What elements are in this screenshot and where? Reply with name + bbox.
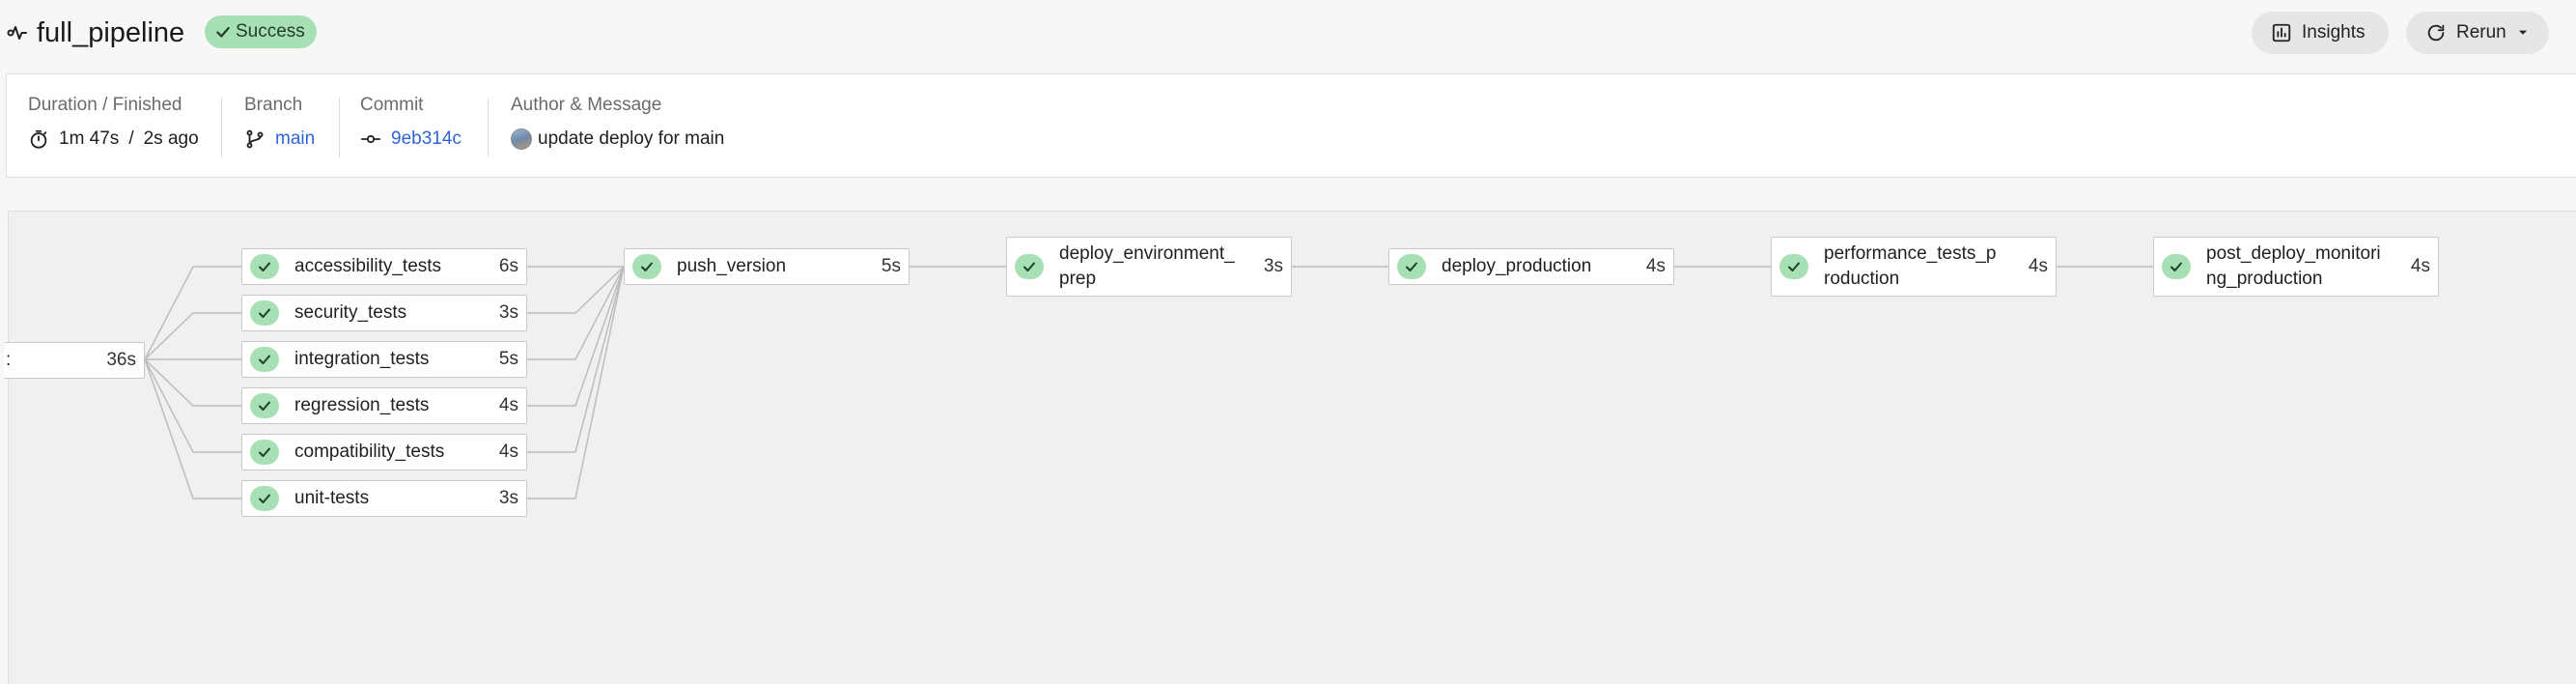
stage-duration: 5s: [881, 256, 901, 276]
stage-node[interactable]: performance_tests_p roduction 4s: [1771, 237, 2057, 297]
stage-duration: 4s: [2410, 256, 2430, 276]
git-commit-icon: [360, 134, 381, 144]
author-section: Author & Message update deploy for main: [511, 94, 724, 152]
stage-name: post_deploy_monitori ng_production: [2206, 243, 2381, 289]
author-value: update deploy for main: [511, 127, 724, 152]
stage-name: integration_tests: [294, 349, 430, 369]
stage-name: push_version: [677, 256, 787, 276]
branch-value: main: [244, 127, 315, 152]
stage-duration: 4s: [2028, 256, 2048, 276]
stopwatch-icon: [30, 129, 47, 149]
duration-separator: /: [128, 128, 134, 149]
pipeline-header: full_pipeline Success Insights Rerun: [0, 0, 2576, 70]
stage-name: deploy_production: [1442, 256, 1592, 276]
stage-node[interactable]: integration_tests 5s: [241, 341, 527, 378]
success-check-icon: [250, 486, 279, 511]
branch-label: Branch: [244, 95, 303, 115]
duration-section: Duration / Finished 1m 47s / 2s ago: [28, 94, 199, 152]
success-check-icon: [250, 254, 279, 279]
stage-duration: 36s: [106, 350, 136, 370]
stage-node[interactable]: security_tests 3s: [241, 295, 527, 331]
stage-name: security_tests: [294, 302, 407, 323]
rerun-button[interactable]: Rerun: [2406, 12, 2549, 54]
stage-name: regression_tests: [294, 395, 430, 415]
status-label: Success: [236, 21, 305, 42]
finished-text: 2s ago: [143, 128, 199, 149]
success-check-icon: [250, 440, 279, 465]
insights-button[interactable]: Insights: [2252, 12, 2389, 54]
success-check-icon: [250, 393, 279, 418]
status-badge: Success: [205, 15, 317, 48]
branch-section: Branch main: [244, 94, 315, 152]
stage-node[interactable]: deploy_production 4s: [1388, 248, 1674, 285]
stage-node[interactable]: accessibility_tests 6s: [241, 248, 527, 285]
stage-node[interactable]: compatibility_tests 4s: [241, 434, 527, 470]
stage-duration: 6s: [498, 256, 518, 276]
page-title: full_pipeline: [37, 17, 185, 48]
duration-value: 1m 47s / 2s ago: [28, 127, 199, 152]
commit-section: Commit 9eb314c: [360, 94, 462, 152]
caret-down-icon: [2518, 30, 2527, 35]
refresh-icon: [2427, 24, 2445, 42]
commit-label: Commit: [360, 95, 424, 115]
success-check-icon: [1015, 254, 1044, 279]
run-info-bar: Duration / Finished 1m 47s / 2s ago Bran…: [6, 73, 2576, 178]
avatar: [511, 128, 532, 150]
stage-node[interactable]: regression_tests 4s: [241, 387, 527, 424]
stage-node[interactable]: deploy_environment_ prep 3s: [1006, 237, 1292, 297]
stage-duration: 3s: [1263, 256, 1283, 276]
stage-name: deploy_environment_ prep: [1059, 243, 1235, 289]
success-check-icon: [1779, 254, 1808, 279]
success-check-icon: [250, 300, 279, 326]
stage-node[interactable]: unit-tests 3s: [241, 480, 527, 517]
commit-link[interactable]: 9eb314c: [391, 127, 462, 152]
success-check-icon: [632, 254, 661, 279]
author-label: Author & Message: [511, 95, 662, 115]
duration-text: 1m 47s: [59, 128, 120, 149]
stage-duration: 3s: [498, 302, 518, 323]
stage-duration: 5s: [498, 349, 518, 369]
chart-icon: [2272, 23, 2291, 43]
stage-node[interactable]: push_version 5s: [624, 248, 910, 285]
branch-link[interactable]: main: [275, 127, 315, 152]
stage-name: accessibility_tests: [294, 256, 442, 276]
commit-message: update deploy for main: [538, 128, 725, 149]
success-check-icon: [250, 347, 279, 372]
duration-label: Duration / Finished: [28, 95, 182, 115]
stage-duration: 4s: [1645, 256, 1666, 276]
rerun-label: Rerun: [2456, 22, 2506, 43]
commit-value: 9eb314c: [360, 127, 462, 152]
stage-name: :: [6, 350, 12, 370]
check-icon: [216, 26, 230, 38]
stage-node[interactable]: post_deploy_monitori ng_production 4s: [2153, 237, 2439, 297]
divider: [221, 98, 222, 157]
stage-duration: 4s: [498, 395, 518, 415]
git-branch-icon: [246, 129, 264, 149]
divider: [339, 98, 340, 157]
stage-duration: 3s: [498, 488, 518, 508]
stage-name: compatibility_tests: [294, 442, 445, 462]
insights-label: Insights: [2302, 22, 2366, 43]
success-check-icon: [2162, 254, 2191, 279]
success-check-icon: [1397, 254, 1426, 279]
divider: [488, 98, 489, 157]
stage-name: unit-tests: [294, 488, 370, 508]
pipeline-icon: [7, 26, 27, 40]
stage-duration: 4s: [498, 442, 518, 462]
stage-name: performance_tests_p roduction: [1824, 243, 1997, 289]
stage-node[interactable]: : 36s: [4, 342, 145, 379]
